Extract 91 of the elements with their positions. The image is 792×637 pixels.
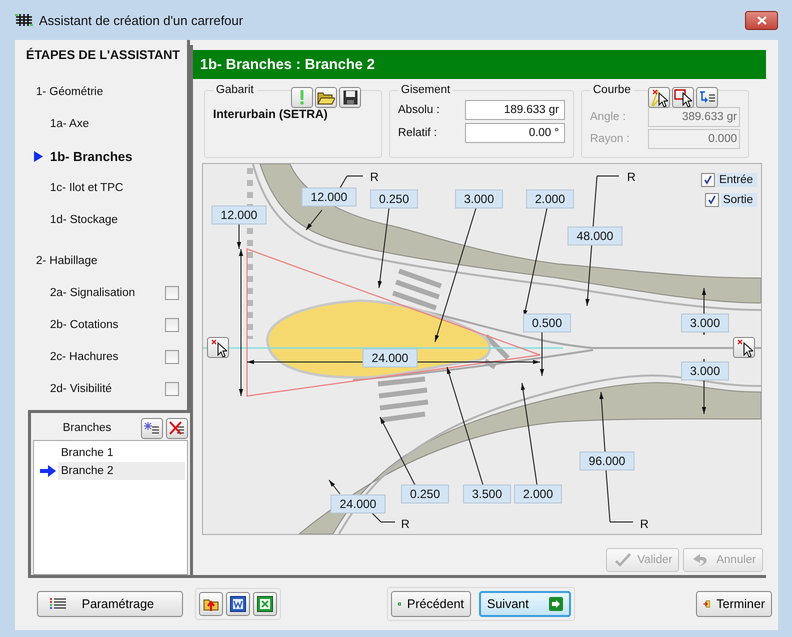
spreadsheet-icon — [257, 596, 273, 612]
pick-button[interactable] — [207, 337, 229, 358]
radius-label: R — [627, 170, 636, 184]
field-label: Relatif : — [398, 127, 438, 139]
list-icon — [50, 598, 66, 610]
branch-item[interactable]: Branche 2 — [58, 462, 185, 480]
close-button[interactable] — [745, 10, 778, 30]
dimension-label: 3.000 — [681, 362, 729, 380]
list-arrow-icon — [698, 90, 716, 104]
branches-title: Branches — [62, 422, 112, 434]
field-label: Rayon : — [590, 132, 631, 144]
dimension-label: 12.000 — [212, 206, 266, 224]
checkbox[interactable] — [704, 193, 719, 207]
rectangle-cursor-icon — [674, 88, 692, 107]
step-item[interactable]: 2d- Visibilité — [50, 383, 165, 395]
folder-icon — [203, 596, 219, 612]
spreadsheet-export-button[interactable] — [253, 592, 277, 616]
checkbox[interactable] — [165, 350, 179, 364]
dimension-label: 12.000 — [302, 188, 356, 206]
checkbox[interactable] — [701, 173, 716, 187]
group-title: Gabarit — [215, 84, 255, 96]
dimension-label: 24.000 — [362, 348, 418, 368]
steps-heading: ÉTAPES DE L'ASSISTANT — [25, 48, 181, 64]
export-button[interactable] — [199, 592, 223, 616]
checkbox[interactable] — [165, 286, 179, 300]
group-title: Gisement — [400, 84, 452, 96]
save-icon — [342, 90, 358, 105]
group-title: Courbe — [592, 84, 632, 96]
checkbox[interactable] — [165, 318, 179, 332]
gabarit-value: Interurbain (SETRA) — [213, 107, 329, 121]
step-item[interactable]: 1- Géométrie — [36, 86, 187, 98]
dimension-label: 24.000 — [330, 494, 386, 514]
check-icon — [615, 553, 632, 567]
pick-curve-button[interactable] — [648, 87, 670, 108]
step-item[interactable]: 1a- Axe — [50, 118, 187, 130]
add-branch-button[interactable] — [141, 418, 163, 438]
dimension-label: 3.500 — [463, 484, 511, 504]
insert-button[interactable] — [696, 87, 718, 108]
checkbox-label: Sortie — [720, 193, 757, 207]
current-step-icon — [34, 150, 43, 162]
close-icon — [756, 16, 766, 24]
field-label: Absolu : — [398, 104, 441, 116]
check-button[interactable] — [291, 87, 313, 108]
step-item[interactable]: 2- Habillage — [36, 255, 187, 267]
dimension-label: 2.000 — [526, 190, 574, 208]
pick-cursor-icon — [209, 338, 227, 357]
dimension-label: 2.000 — [514, 484, 562, 504]
dimension-label: 0.250 — [401, 484, 449, 504]
dimension-label: 48.000 — [568, 226, 622, 246]
dimension-label: 3.000 — [455, 190, 503, 208]
dimension-label: 96.000 — [580, 452, 634, 470]
checkbox-label: Entrée — [717, 173, 757, 187]
save-button[interactable] — [339, 87, 361, 108]
settings-button[interactable]: Paramétrage — [37, 591, 183, 617]
grid-icon — [15, 13, 33, 27]
delete-icon — [169, 421, 185, 435]
finish-button[interactable]: Terminer — [696, 591, 772, 617]
pick-button[interactable] — [733, 337, 755, 358]
previous-button[interactable]: Précédent — [391, 591, 471, 617]
folder-icon — [317, 90, 335, 104]
step-header: 1b- Branches : Branche 2 — [193, 50, 766, 79]
select-area-button[interactable] — [672, 87, 694, 108]
value-field[interactable]: 0.00 ° — [465, 123, 565, 143]
step-item[interactable]: 1d- Stockage — [50, 214, 187, 226]
checkbox[interactable] — [165, 382, 179, 396]
step-item[interactable]: 1c- Ilot et TPC — [50, 182, 187, 194]
dimension-label: 0.500 — [523, 314, 571, 332]
document-icon — [230, 596, 246, 612]
step-item[interactable]: 2a- Signalisation — [50, 287, 165, 299]
step-item[interactable]: 2c- Hachures — [50, 351, 165, 363]
document-export-button[interactable] — [226, 592, 250, 616]
star-list-icon — [144, 421, 160, 435]
delete-branch-button[interactable] — [166, 418, 188, 438]
step-item[interactable]: 1b- Branches — [50, 148, 187, 164]
dimension-label: 3.000 — [681, 314, 729, 332]
dimension-label: 0.250 — [370, 190, 418, 208]
open-button[interactable] — [315, 87, 337, 108]
right-arrow-icon — [40, 465, 56, 477]
step-item[interactable]: 2b- Cotations — [50, 319, 165, 331]
branch-item[interactable]: Branche 1 — [58, 444, 185, 462]
right-arrow-icon — [549, 597, 563, 611]
exclamation-icon — [299, 90, 305, 105]
cursor-icon — [650, 88, 668, 107]
window-title: Assistant de création d'un carrefour — [39, 12, 244, 28]
radius-label: R — [401, 517, 410, 531]
radius-label: R — [370, 170, 379, 184]
value-field[interactable]: 189.633 gr — [465, 100, 565, 120]
pick-cursor-icon — [735, 338, 753, 357]
radius-label: R — [640, 517, 649, 531]
next-button[interactable]: Suivant — [479, 591, 571, 617]
field-label: Angle : — [590, 110, 627, 122]
